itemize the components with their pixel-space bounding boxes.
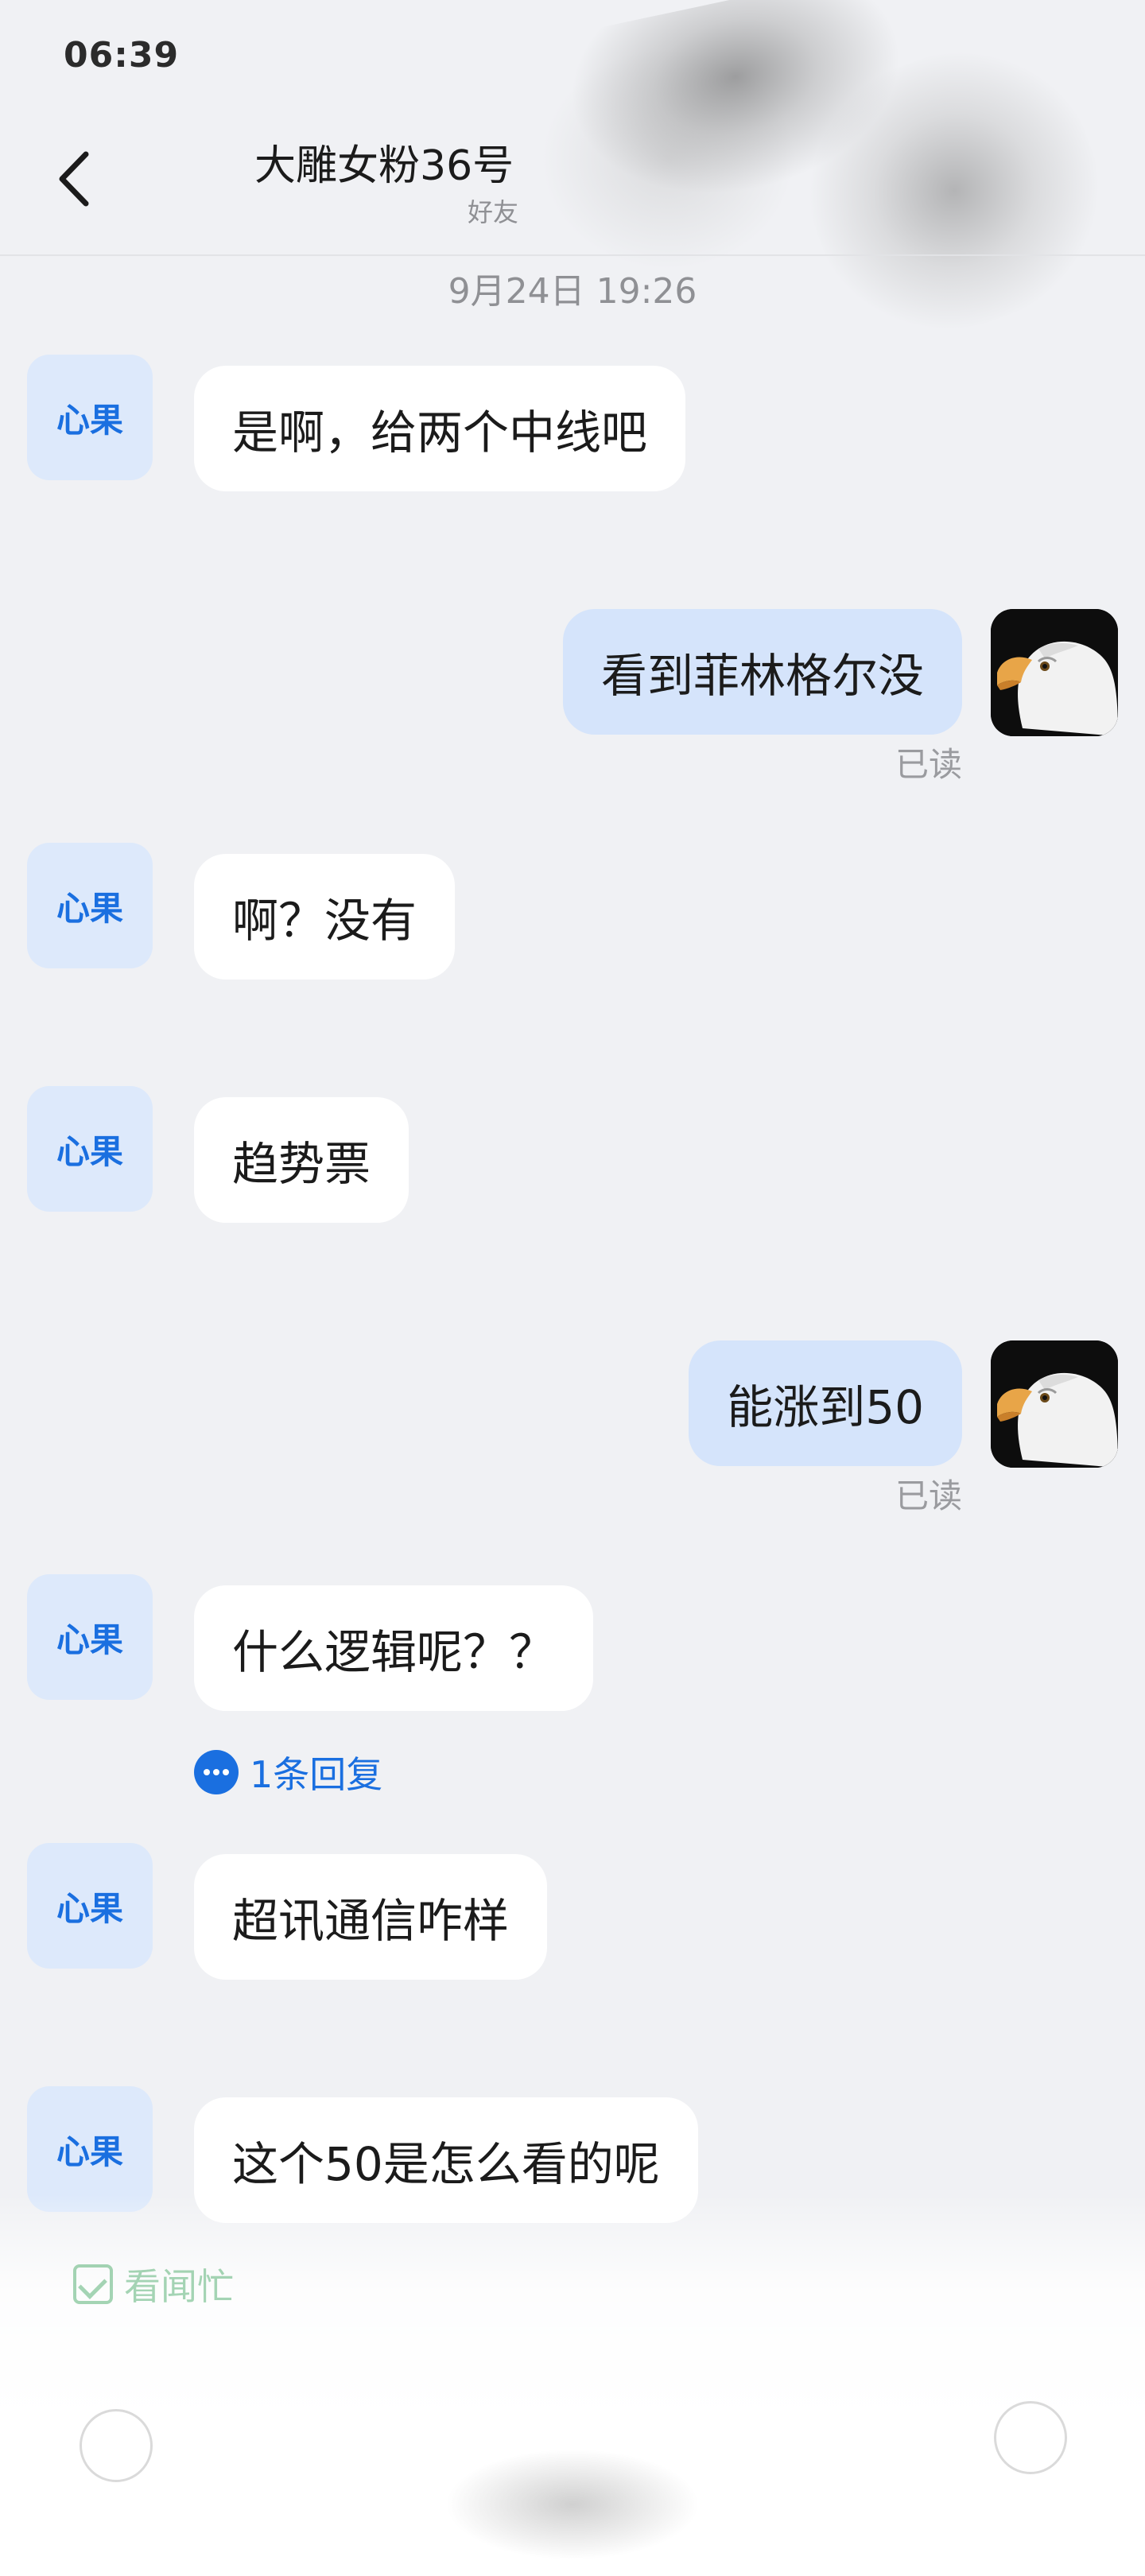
contact-avatar[interactable]: 心果 <box>27 1086 153 1212</box>
chat-title[interactable]: 大雕女粉36号 <box>254 132 588 192</box>
message-bubble[interactable]: 是啊，给两个中线吧 <box>194 366 686 491</box>
contact-avatar[interactable]: 心果 <box>27 355 153 480</box>
status-bar-time: 06:39 <box>64 35 180 76</box>
checkbox-icon <box>73 2264 113 2304</box>
ink-wash-decoration <box>0 2194 1145 2576</box>
message-bubble[interactable]: 看到菲林格尔没 <box>562 609 962 735</box>
message-bubble[interactable]: 趋势票 <box>194 1097 409 1223</box>
message-bubble[interactable]: 能涨到50 <box>689 1340 962 1466</box>
my-avatar[interactable] <box>991 1340 1118 1468</box>
message-bubble[interactable]: 超讯通信咋样 <box>194 1854 548 1980</box>
chevron-left-icon <box>59 151 89 207</box>
voice-button[interactable] <box>80 2409 153 2482</box>
read-receipt: 已读 <box>895 1476 962 1515</box>
ink-wash-decoration <box>445 2449 700 2560</box>
quick-action-chip[interactable]: 看闻忙 <box>73 2258 234 2310</box>
back-button[interactable] <box>45 143 108 215</box>
eagle-avatar-icon <box>991 609 1118 736</box>
read-receipt: 已读 <box>895 745 962 784</box>
quick-action-label: 看闻忙 <box>124 2265 234 2308</box>
eagle-avatar-icon <box>991 1340 1118 1468</box>
more-options-button[interactable] <box>994 2401 1067 2474</box>
contact-avatar[interactable]: 心果 <box>27 2086 153 2212</box>
contact-avatar[interactable]: 心果 <box>27 843 153 968</box>
my-avatar[interactable] <box>991 609 1118 736</box>
message-bubble[interactable]: 啊？没有 <box>194 854 456 980</box>
contact-avatar[interactable]: 心果 <box>27 1574 153 1700</box>
message-bubble[interactable]: 什么逻辑呢？？ <box>194 1585 594 1711</box>
reply-count-label: 1条回复 <box>250 1753 383 1796</box>
chat-header: 大雕女粉36号 好友 <box>0 119 1145 256</box>
chat-subtitle: 好友 <box>467 197 518 227</box>
thread-reply-link[interactable]: 1条回复 <box>194 1746 382 1798</box>
message-bubble[interactable]: 这个50是怎么看的呢 <box>194 2097 698 2223</box>
chat-bubble-icon <box>194 1750 239 1794</box>
message-timestamp: 9月24日 19:26 <box>448 271 697 312</box>
contact-avatar[interactable]: 心果 <box>27 1843 153 1969</box>
